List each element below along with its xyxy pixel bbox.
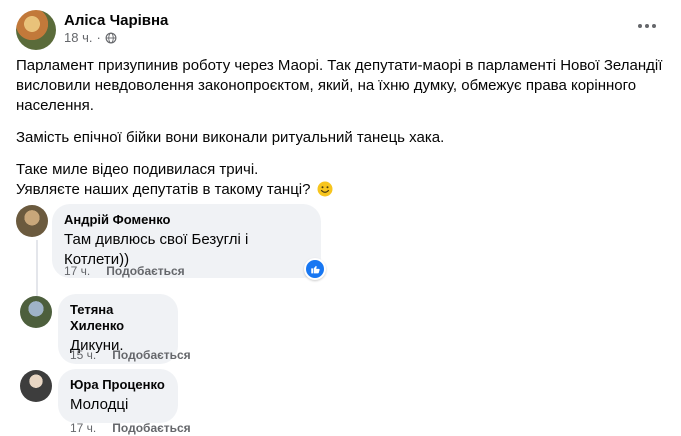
smiley-emoji-icon xyxy=(317,181,333,197)
comment-actions: 17 ч. Подобається xyxy=(70,421,191,435)
meta-separator: · xyxy=(96,30,101,45)
commenter-name[interactable]: Тетяна Хиленко xyxy=(70,302,166,334)
post-meta: 18 ч. · xyxy=(64,30,117,45)
commenter-avatar[interactable] xyxy=(20,370,52,402)
post-line: Уявляєте наших депутатів в такому танці? xyxy=(16,181,311,198)
post-body: Парламент призупинив роботу через Маорі.… xyxy=(16,56,666,200)
comment-timestamp[interactable]: 17 ч. xyxy=(64,264,90,278)
commenter-avatar[interactable] xyxy=(16,205,48,237)
more-options-button[interactable] xyxy=(633,12,661,40)
post-timestamp[interactable]: 18 ч. xyxy=(64,30,92,45)
post-paragraph-group: Таке миле відео подивилася тричі. Уявляє… xyxy=(16,160,666,200)
commenter-avatar[interactable] xyxy=(20,296,52,328)
comment-bubble: Юра Проценко Молодці xyxy=(58,369,178,423)
reply-thread-line xyxy=(36,240,38,302)
like-button[interactable]: Подобається xyxy=(112,421,190,435)
post-line: Таке миле відео подивилася тричі. xyxy=(16,161,259,178)
comment-timestamp[interactable]: 15 ч. xyxy=(70,348,96,362)
like-reaction-icon[interactable] xyxy=(304,258,326,280)
comment-text: Молодці xyxy=(70,396,129,413)
author-avatar[interactable] xyxy=(16,10,56,50)
commenter-name[interactable]: Андрій Фоменко xyxy=(64,212,309,228)
comment-actions: 15 ч. Подобається xyxy=(70,348,191,362)
commenter-name[interactable]: Юра Проценко xyxy=(70,377,166,393)
post-author-name[interactable]: Аліса Чарівна xyxy=(64,12,168,29)
more-options-icon xyxy=(638,24,656,28)
comment-timestamp[interactable]: 17 ч. xyxy=(70,421,96,435)
post-paragraph: Парламент призупинив роботу через Маорі.… xyxy=(16,57,663,114)
post-paragraph: Замість епічної бійки вони виконали риту… xyxy=(16,129,445,146)
like-button[interactable]: Подобається xyxy=(106,264,184,278)
comment-actions: 17 ч. Подобається xyxy=(64,264,185,278)
globe-icon xyxy=(105,32,117,43)
like-button[interactable]: Подобається xyxy=(112,348,190,362)
